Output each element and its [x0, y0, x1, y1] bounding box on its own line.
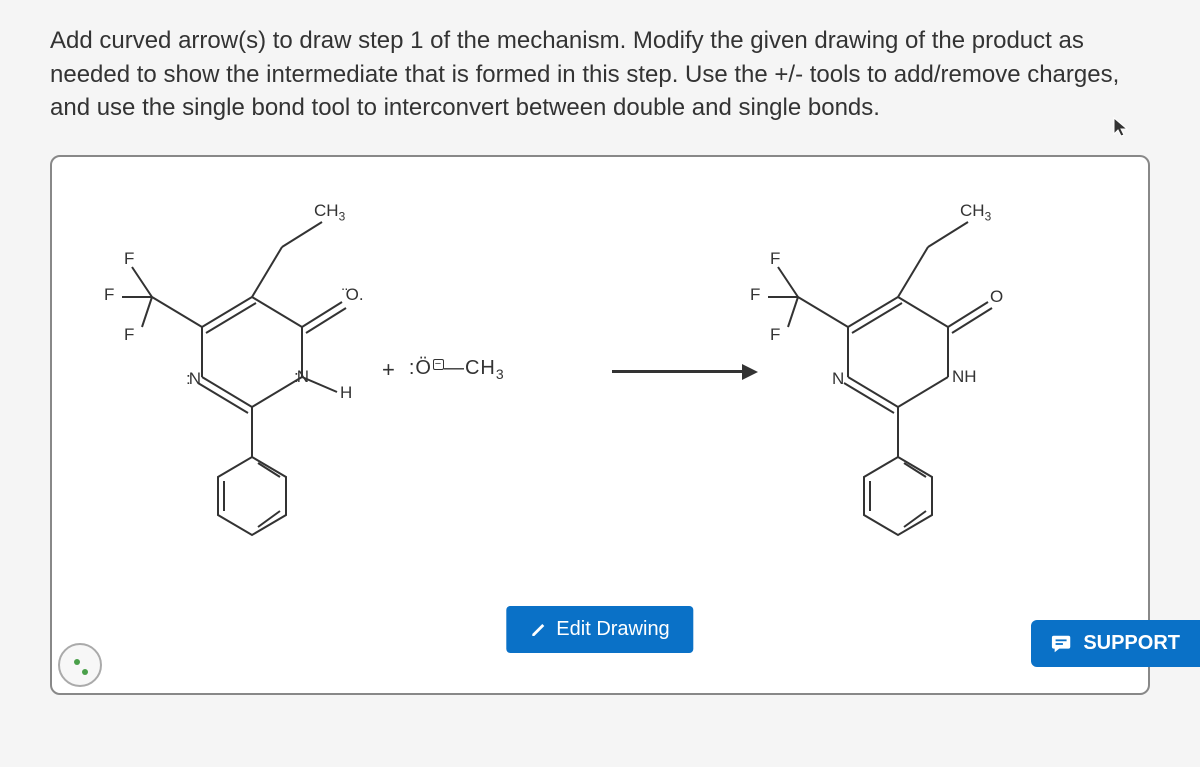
methoxide-reagent: :Ö−—CH3	[409, 357, 505, 382]
plus-sign: +	[382, 357, 395, 383]
drawing-canvas[interactable]: CH3 F F F ¨O. :N :N H + :Ö−—CH3	[50, 155, 1150, 695]
o-label-left: ¨O.	[342, 285, 362, 305]
nh-label: NH	[952, 367, 977, 387]
pencil-icon	[530, 621, 546, 637]
f-label-r3: F	[770, 325, 780, 345]
chat-icon	[1051, 633, 1073, 655]
h-label: H	[340, 383, 352, 403]
f-label-3: F	[124, 325, 134, 345]
reagent-row: + :Ö−—CH3	[382, 357, 505, 383]
edit-drawing-button[interactable]: Edit Drawing	[506, 606, 693, 653]
instructions-text: Add curved arrow(s) to draw step 1 of th…	[0, 0, 1200, 145]
support-button[interactable]: SUPPORT	[1031, 620, 1200, 667]
o-label-right: O	[990, 287, 1003, 307]
ch3-label-right: CH3	[960, 201, 991, 223]
support-label: SUPPORT	[1083, 632, 1180, 655]
f-label-r2: F	[750, 285, 760, 305]
f-label-2: F	[104, 285, 114, 305]
n-label-right: N	[832, 369, 844, 389]
ch3-label-left: CH3	[314, 201, 345, 223]
n-label-2: :N	[294, 367, 309, 387]
mouse-cursor-icon	[1112, 116, 1130, 138]
molecule-reactant: CH3 F F F ¨O. :N :N H	[82, 177, 382, 537]
f-label-1: F	[124, 249, 134, 269]
n-label-1: :N	[186, 369, 201, 389]
cookie-consent-icon[interactable]	[58, 643, 102, 687]
molecule-product: CH3 F F F O N NH	[728, 177, 1028, 537]
f-label-r1: F	[770, 249, 780, 269]
edit-drawing-label: Edit Drawing	[556, 618, 669, 641]
